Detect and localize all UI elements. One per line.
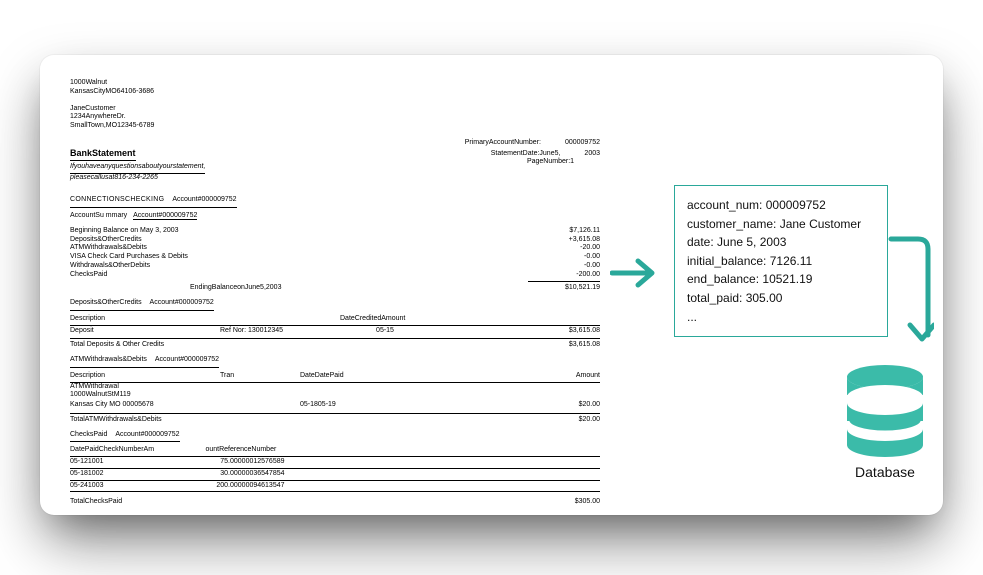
atm-total-lbl: TotalATMWithdrawals&Debits <box>70 416 162 425</box>
sum-begin-lbl: Beginning Balance on May 3, 2003 <box>70 227 179 236</box>
dep-row-amt: $3,615.08 <box>430 327 600 336</box>
primary-acct-label: PrimaryAccountNumber: <box>465 139 541 148</box>
dep-acct: Account#000009752 <box>150 299 214 306</box>
dep-row-ref: Ref Nor: 130012345 <box>220 327 340 336</box>
atm-r2: 1000WalnutStM119 <box>70 391 131 398</box>
dep-row-date: 05-15 <box>340 327 430 336</box>
sum-end-lbl: EndingBalanceonJune5,2003 <box>190 284 281 293</box>
atm-acct: Account#000009752 <box>155 356 219 363</box>
acct-summary-label: AccountSu mmary <box>70 212 127 219</box>
diagram-card: 1000Walnut KansasCityMO64106-3686 JaneCu… <box>40 55 943 515</box>
statement-title: BankStatement <box>70 148 136 161</box>
chk-total-val: $305.00 <box>575 498 600 507</box>
sum-dep-lbl: Deposits&OtherCredits <box>70 236 142 245</box>
stmt-date-year: 2003 <box>584 150 600 159</box>
table-row: 05-121001 75. 00000012576589 <box>70 457 600 469</box>
kv-account-num: account_num: 000009752 <box>687 196 875 215</box>
conn-acct: Account#000009752 <box>172 196 236 203</box>
stmt-date-label: StatementDate:June5, <box>491 150 561 159</box>
sum-atm-lbl: ATMWithdrawals&Debits <box>70 244 147 253</box>
dep-section: Deposits&OtherCredits <box>70 299 142 306</box>
atm-r1: ATMWithdrawal <box>70 383 119 390</box>
atm-head-date: DateDatePaid <box>300 372 400 381</box>
kv-initial-balance: initial_balance: 7126.11 <box>687 252 875 271</box>
sum-end-val: $10,521.19 <box>565 284 600 293</box>
atm-r3c: $20.00 <box>400 401 600 410</box>
customer-name: JaneCustomer <box>70 105 600 114</box>
chk-head3: erenceNumber <box>230 446 350 455</box>
database-label: Database <box>840 464 930 480</box>
sum-atm-val: -20.00 <box>580 244 600 253</box>
dep-total-lbl: Total Deposits & Other Credits <box>70 341 164 350</box>
help-line2: pleasecallusat816-234-2265 <box>70 174 158 181</box>
chk-head1: DatePaidCheckNumberAm <box>70 446 160 455</box>
atm-head-amt: Amount <box>400 372 600 381</box>
sum-checks-lbl: ChecksPaid <box>70 271 107 280</box>
kv-customer-name: customer_name: Jane Customer <box>687 215 875 234</box>
table-row: 05-241003 200. 00000094613547 <box>70 481 600 493</box>
dep-head-desc: Description <box>70 315 220 324</box>
page-label: PageNumber:1 <box>527 158 574 167</box>
arrow-right-icon <box>610 255 660 291</box>
acct-summary-acct: Account#000009752 <box>133 212 197 220</box>
sum-wod-lbl: Withdrawals&OtherDebits <box>70 262 150 271</box>
arrow-elbow-down-icon <box>888 235 934 355</box>
atm-head-tran: Tran <box>220 372 300 381</box>
bank-address-line2: KansasCityMO64106-3686 <box>70 88 600 97</box>
kv-total-paid: total_paid: 305.00 <box>687 289 875 308</box>
customer-addr2: SmallTown,MO12345-6789 <box>70 122 600 131</box>
table-row: 05-181002 30. 00000036547854 <box>70 469 600 481</box>
connections-checking: CONNECTIONSCHECKING <box>70 196 164 203</box>
bank-address-line1: 1000Walnut <box>70 79 600 88</box>
sum-dep-val: +3,615.08 <box>569 236 600 245</box>
primary-acct-value: 000009752 <box>565 139 600 148</box>
dep-row-desc: Deposit <box>70 327 220 336</box>
sum-begin-val: $7,126.11 <box>569 227 600 236</box>
chk-total-lbl: TotalChecksPaid <box>70 498 122 507</box>
chk-acct: Account#000009752 <box>115 431 179 438</box>
atm-total-val: $20.00 <box>579 416 600 425</box>
kv-ellipsis: ... <box>687 308 875 327</box>
customer-addr1: 1234AnywhereDr. <box>70 113 600 122</box>
help-line1: Ifyouhaveanyquestionsaboutyourstatement, <box>70 163 205 174</box>
database-icon: Database <box>840 365 930 480</box>
atm-r3b: 05-1805-19 <box>300 401 400 410</box>
sum-wod-val: -0.00 <box>584 262 600 271</box>
bank-statement-document: 1000Walnut KansasCityMO64106-3686 JaneCu… <box>70 79 600 507</box>
chk-head2: ountRef <box>160 446 230 455</box>
kv-end-balance: end_balance: 10521.19 <box>687 270 875 289</box>
dep-head-date: DateCreditedAmount <box>340 315 600 324</box>
atm-section: ATMWithdrawals&Debits <box>70 356 147 363</box>
extracted-data-box: account_num: 000009752 customer_name: Ja… <box>674 185 888 337</box>
sum-checks-val: -200.00 <box>576 271 600 280</box>
dep-total-val: $3,615.08 <box>569 341 600 350</box>
atm-head-desc: Description <box>70 372 220 381</box>
chk-section: ChecksPaid <box>70 431 107 438</box>
kv-date: date: June 5, 2003 <box>687 233 875 252</box>
sum-visa-lbl: VISA Check Card Purchases & Debits <box>70 253 188 262</box>
atm-r3a: Kansas City MO 00005678 <box>70 401 300 410</box>
sum-visa-val: -0.00 <box>584 253 600 262</box>
